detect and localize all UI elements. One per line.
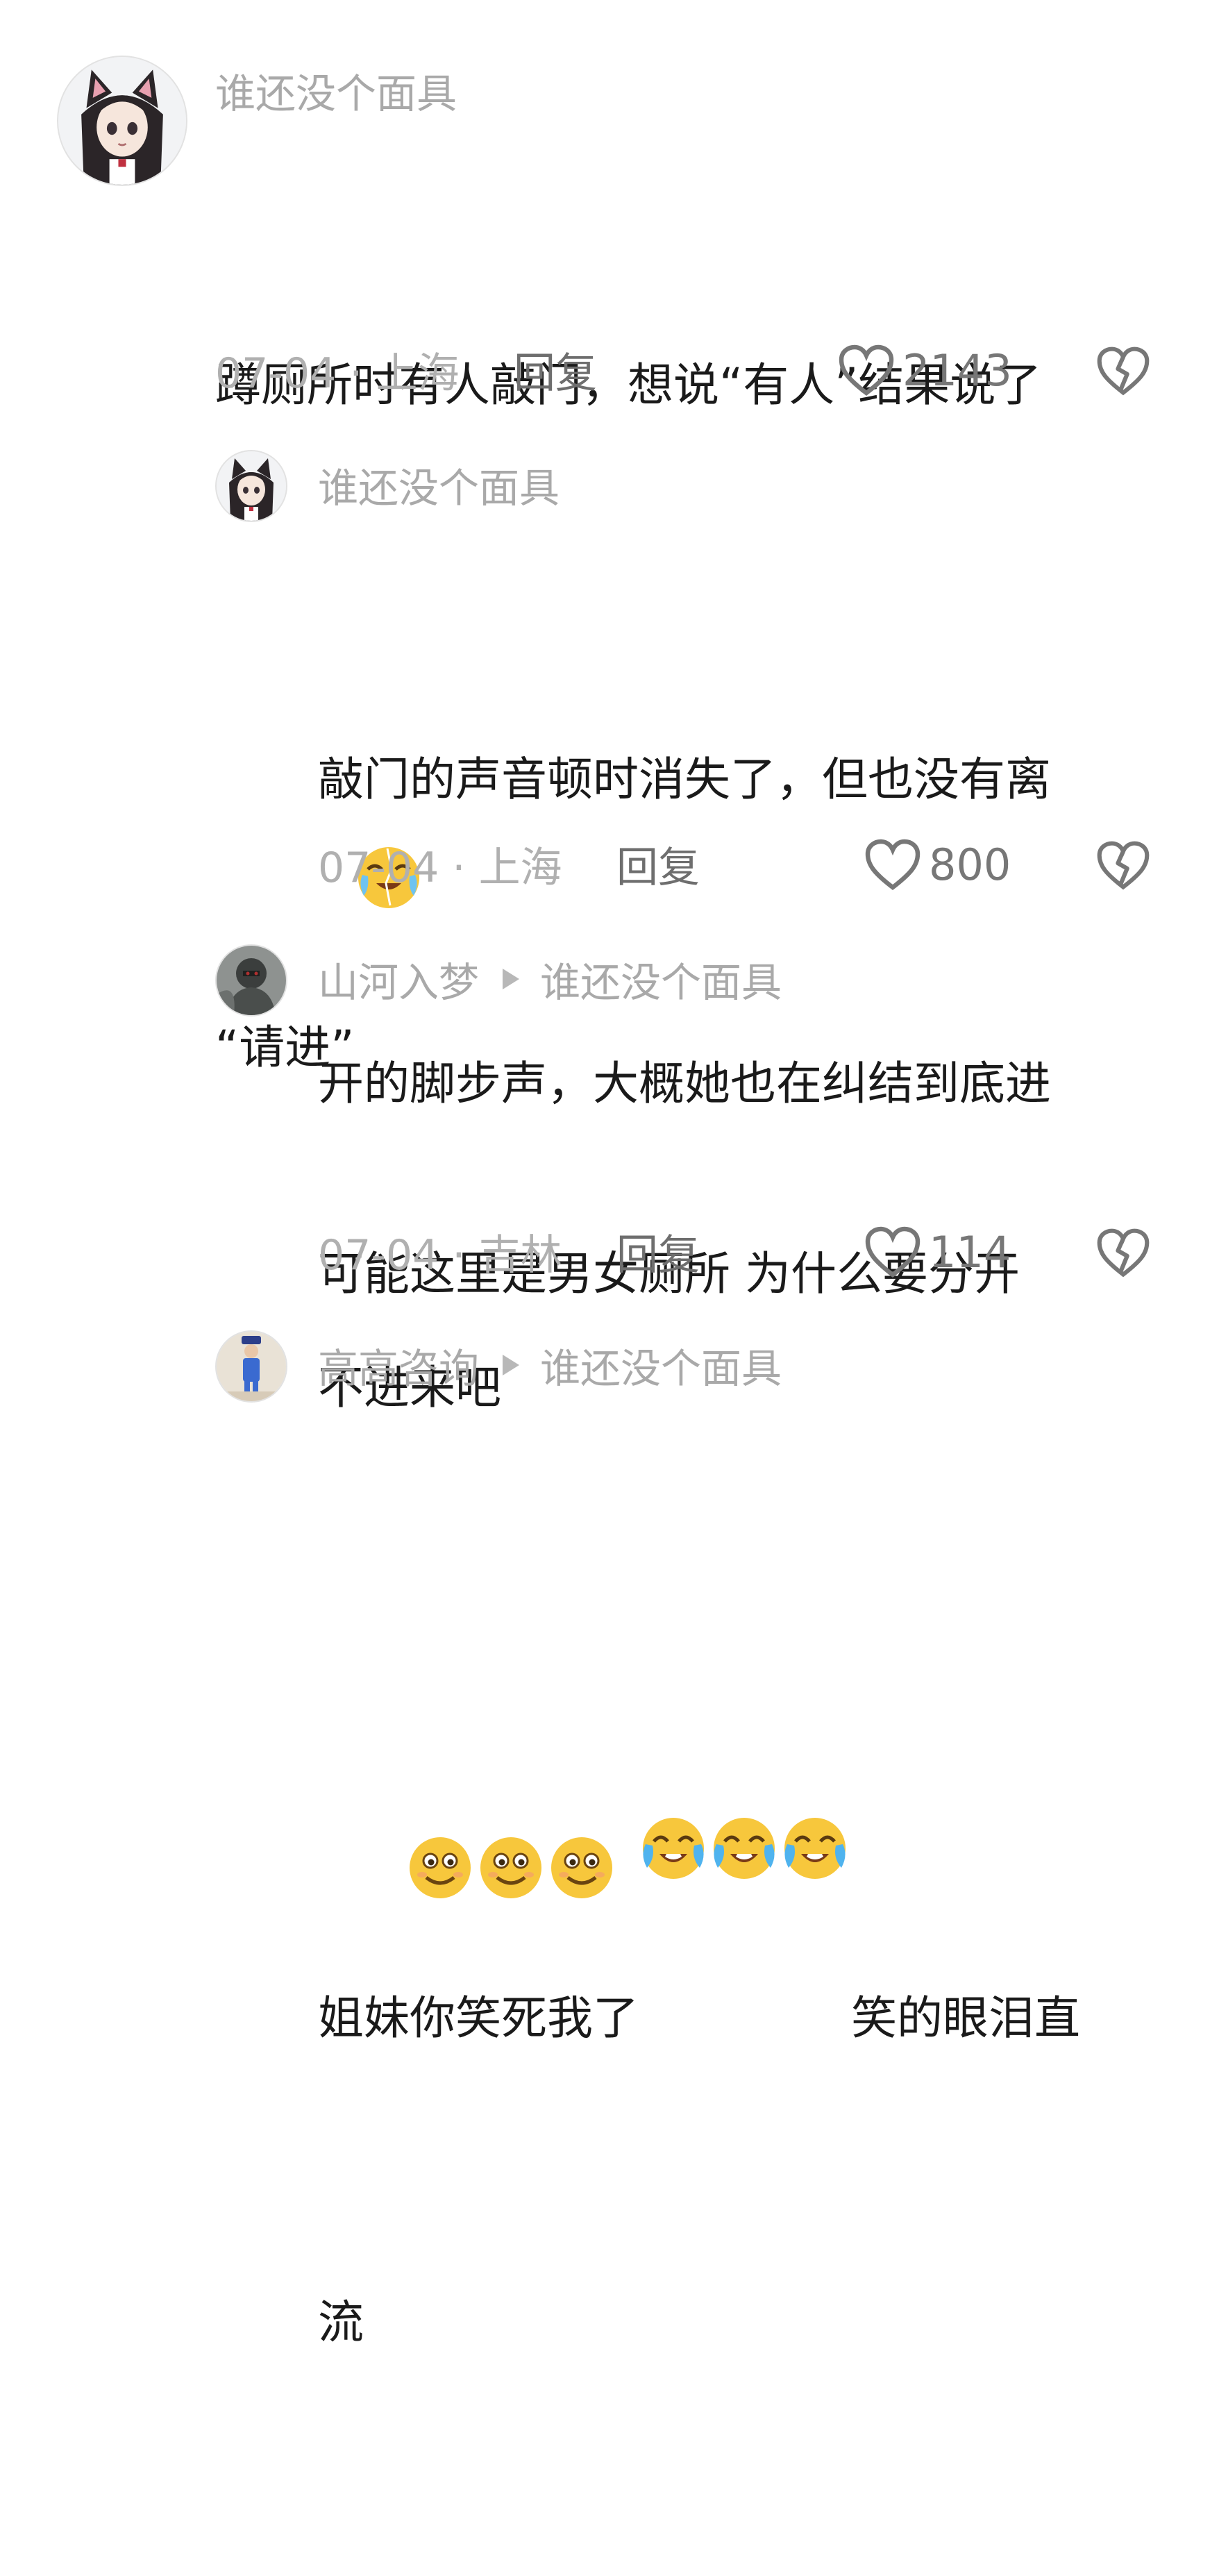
comment-text-line: 流 xyxy=(318,2295,364,2349)
like-button[interactable]: 800 xyxy=(864,837,1011,893)
broken-heart-icon xyxy=(1097,346,1150,396)
reply-arrow-icon xyxy=(503,1355,520,1375)
like-count: 114 xyxy=(929,1227,1011,1278)
reply-arrow-icon xyxy=(503,969,520,989)
heart-icon xyxy=(865,839,920,891)
dislike-button[interactable] xyxy=(1095,839,1151,893)
avatar-cat-girl-small[interactable] xyxy=(215,450,287,522)
avatar-cat-girl[interactable] xyxy=(57,56,187,186)
comment-text: 姐妹你笑死我了 笑的眼泪直 流 xyxy=(318,1407,1193,2576)
comment-text-line: 敲门的声音顿时消失了，但也没有离 xyxy=(318,753,1051,806)
comment-author[interactable]: 谁还没个面具 xyxy=(318,468,560,508)
reply-to-author[interactable]: 谁还没个面具 xyxy=(540,959,782,1006)
reply-button[interactable]: 回复 xyxy=(616,1235,700,1276)
comment-author-line: 山河入梦 谁还没个面具 xyxy=(318,962,782,1003)
comment-text-fragment: 笑的眼泪直 xyxy=(851,1991,1080,2045)
comment-author[interactable]: 谁还没个面具 xyxy=(215,74,457,114)
comment-text-fragment: 姐妹你笑死我了 xyxy=(318,1991,639,2045)
avatar-soldier[interactable] xyxy=(215,944,287,1017)
reply-button[interactable]: 回复 xyxy=(616,847,700,889)
soldier-avatar-icon xyxy=(217,946,286,1015)
comment-author-line: 高高咨询 谁还没个面具 xyxy=(318,1348,782,1389)
heart-icon xyxy=(839,344,894,396)
comment-date-location: 07-04 · 上海 xyxy=(318,844,562,892)
reply-button[interactable]: 回复 xyxy=(514,353,597,394)
comment-date-location: 07-04 · 吉林 xyxy=(318,1231,562,1280)
like-count: 800 xyxy=(929,839,1011,890)
comment-author[interactable]: 山河入梦 xyxy=(318,959,479,1006)
cat-girl-avatar-icon xyxy=(217,451,286,521)
like-button[interactable]: 2143 xyxy=(837,343,1012,399)
like-button[interactable]: 114 xyxy=(864,1225,1011,1280)
like-count: 2143 xyxy=(902,345,1012,396)
avatar-person[interactable] xyxy=(215,1330,287,1403)
heart-icon xyxy=(865,1226,920,1278)
dislike-button[interactable] xyxy=(1095,1226,1151,1280)
comment-author[interactable]: 高高咨询 xyxy=(318,1345,479,1392)
reply-to-author[interactable]: 谁还没个面具 xyxy=(540,1345,782,1392)
comment-text-line: 姐妹你笑死我了 笑的眼泪直 xyxy=(318,1609,1193,2069)
tears-of-joy-emoji-icon xyxy=(780,1609,850,1879)
tears-of-joy-emoji-icon xyxy=(709,1609,779,1879)
tears-of-joy-emoji-icon xyxy=(639,1609,708,1879)
dislike-button[interactable] xyxy=(1095,344,1151,399)
cat-girl-avatar-icon xyxy=(58,57,186,185)
comment-date-location: 07-04 · 上海 xyxy=(215,349,460,398)
broken-heart-icon xyxy=(1097,841,1150,890)
person-avatar-icon xyxy=(217,1332,286,1401)
broken-heart-icon xyxy=(1097,1228,1150,1278)
